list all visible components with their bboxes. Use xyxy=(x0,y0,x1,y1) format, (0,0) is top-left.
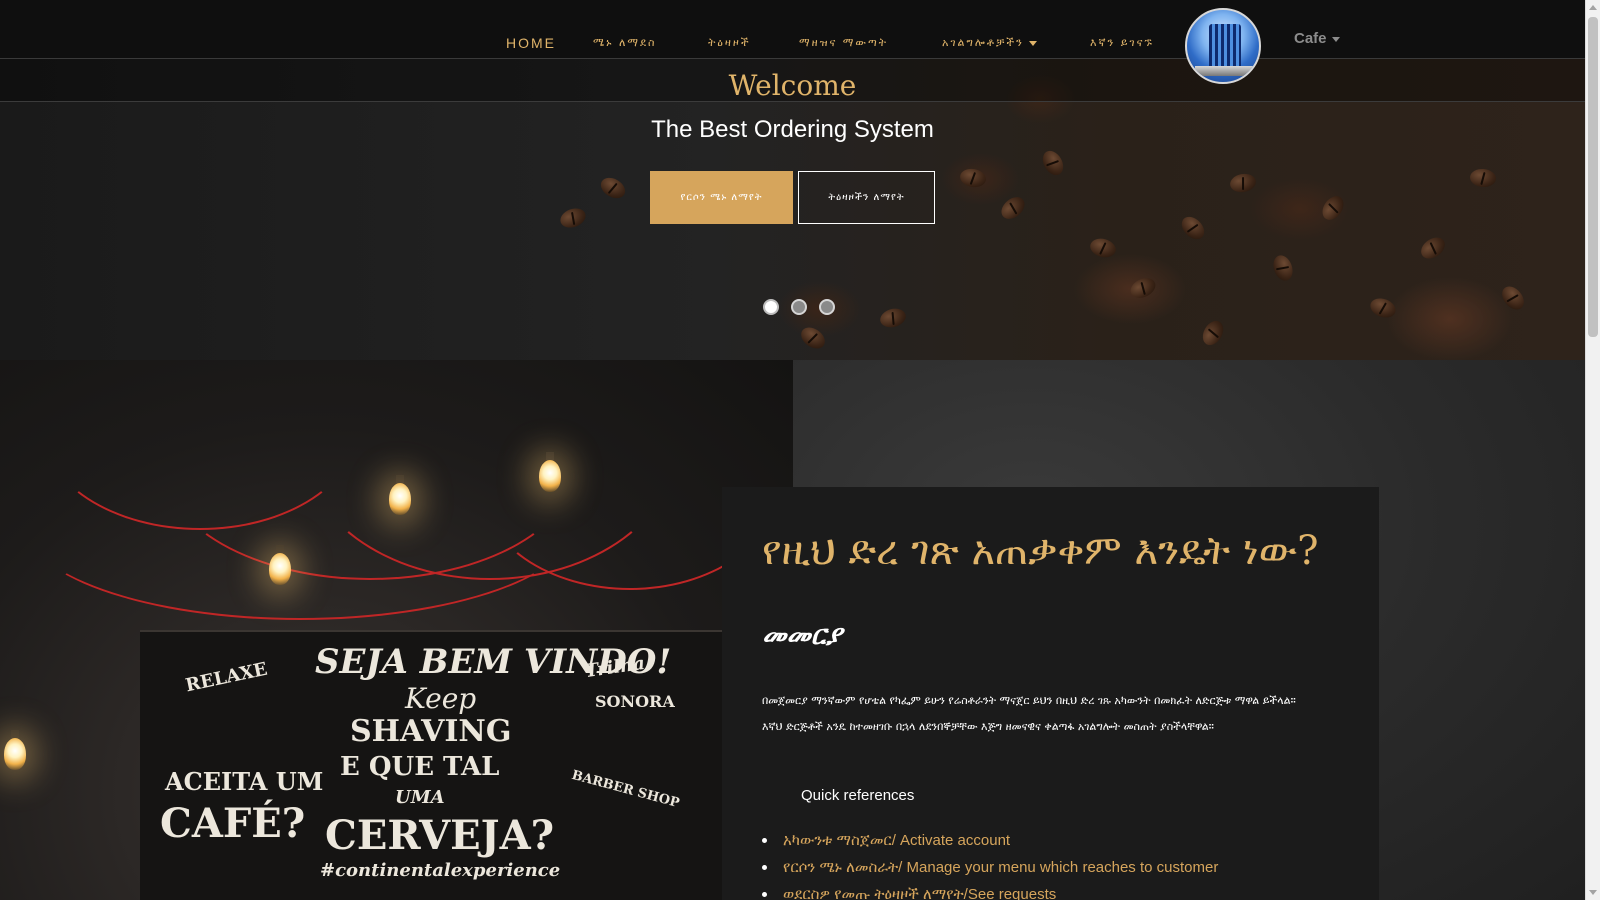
manage-menu-link[interactable]: የርሶን ሜኑ ለመስራት/ Manage your menu which re… xyxy=(783,859,1218,876)
chalk-text: CAFÉ? xyxy=(160,800,306,847)
vertical-scrollbar[interactable] xyxy=(1585,0,1600,900)
coffee-bean xyxy=(1417,233,1449,263)
card-body: በመጀመርያ ማንኛውም የሆቴል የካፌም ይሁን የሬስቶራንት ማናጀር … xyxy=(762,694,1296,733)
view-orders-button[interactable]: ትዕዛዞችን ለማየት xyxy=(798,171,935,224)
coffee-bean xyxy=(1228,171,1258,195)
chevron-down-icon xyxy=(1331,36,1340,42)
list-item: አካውንቱ ማስጀመር/ Activate account xyxy=(762,827,1362,854)
light-bulb-icon xyxy=(389,483,411,515)
nav-contact[interactable]: እኛን ይገናኙ xyxy=(1090,36,1154,50)
carousel-indicator-2[interactable] xyxy=(791,299,807,315)
hero-welcome: Welcome xyxy=(728,69,857,102)
chalk-text: #continentalexperience xyxy=(320,860,561,881)
coffee-bean xyxy=(958,166,988,190)
nav-order-checkout[interactable]: ማዘዝና ማውጣት xyxy=(799,36,888,50)
chalkboard: RELAXE SEJA BEM VINDO! Keep SHAVING E QU… xyxy=(140,630,780,900)
coffee-bean xyxy=(1469,167,1497,189)
quick-references-list: አካውንቱ ማስጀመር/ Activate account የርሶን ሜኑ ለመ… xyxy=(762,827,1362,900)
chalk-text: UMA xyxy=(395,787,445,808)
top-navbar: HOME ሜኑ ለማደስ ትዕዛዞች ማዘዝና ማውጣት አገልግሎቶቻችን እ… xyxy=(0,0,1585,84)
coffee-bean xyxy=(1318,192,1348,224)
card-subtitle: መመርያ xyxy=(762,620,843,651)
view-menu-button[interactable]: የርሶን ሜኑ ለማየት xyxy=(650,171,793,224)
chalk-text: BARBER SHOP xyxy=(569,767,681,812)
chalk-text: E QUE TAL xyxy=(340,752,500,782)
list-item: ወደርስዎ የመጡ ትዕዛዞች ለማየት/See requests xyxy=(762,881,1362,900)
scrollbar-thumb[interactable] xyxy=(1588,17,1598,337)
coffee-bean xyxy=(1270,252,1296,284)
see-requests-link[interactable]: ወደርስዎ የመጡ ትዕዛዞች ለማየት/See requests xyxy=(783,886,1056,900)
coffee-bean xyxy=(1198,317,1228,349)
nav-services-dropdown[interactable]: አገልግሎቶቻችን xyxy=(942,36,1037,50)
light-bulb-icon xyxy=(4,738,26,770)
activate-account-link[interactable]: አካውንቱ ማስጀመር/ Activate account xyxy=(783,832,1010,849)
logo-base xyxy=(1195,66,1255,76)
nav-menu-update[interactable]: ሜኑ ለማደስ xyxy=(593,36,656,50)
list-item: የርሶን ሜኑ ለመስራት/ Manage your menu which re… xyxy=(762,854,1362,881)
light-bulb-icon xyxy=(539,460,561,492)
hero-subtitle: The Best Ordering System xyxy=(651,116,934,143)
quick-references-heading: Quick references xyxy=(801,787,915,804)
chalk-text: SHAVING xyxy=(350,714,512,749)
coffee-bean xyxy=(597,173,629,203)
scroll-down-icon[interactable] xyxy=(1589,890,1597,895)
light-bulb-icon xyxy=(269,553,291,585)
chalk-text: RELAXE xyxy=(183,658,270,697)
cafe-dropdown[interactable]: Cafe xyxy=(1294,30,1340,47)
chalk-text: Keep xyxy=(405,682,477,715)
coffee-bean xyxy=(1038,147,1068,179)
nav-home[interactable]: HOME xyxy=(506,35,556,51)
cafe-photo: RELAXE SEJA BEM VINDO! Keep SHAVING E QU… xyxy=(0,360,793,900)
coffee-bean xyxy=(997,192,1029,224)
coffee-bean xyxy=(1497,282,1529,314)
nav-orders[interactable]: ትዕዛዞች xyxy=(708,36,751,50)
scroll-up-icon[interactable] xyxy=(1589,5,1597,10)
coffee-bean xyxy=(557,205,589,231)
nav-services-label: አገልግሎቶቻችን xyxy=(942,36,1024,49)
instructions-card: የዚህ ድረ ገጽ አጠቃቀም እንዴት ነው? መመርያ በመጀመርያ ማንኛ… xyxy=(722,487,1379,900)
chalk-text: SONORA xyxy=(595,692,675,711)
chalk-text: CERVEJA? xyxy=(325,812,555,859)
coffee-bean xyxy=(1177,212,1209,244)
coffee-bean xyxy=(1367,295,1399,321)
carousel-indicator-3[interactable] xyxy=(819,299,835,315)
hotel-logo[interactable] xyxy=(1185,8,1261,84)
coffee-bean xyxy=(1088,235,1118,261)
coffee-bean xyxy=(797,323,829,353)
coffee-bean xyxy=(1127,274,1159,302)
coffee-bean xyxy=(878,305,908,331)
hero-carousel: Welcome The Best Ordering System የርሶን ሜኑ… xyxy=(0,59,1585,360)
chalk-text: ACEITA UM xyxy=(165,767,324,796)
cafe-dropdown-label: Cafe xyxy=(1294,30,1327,47)
card-title: የዚህ ድረ ገጽ አጠቃቀም እንዴት ነው? xyxy=(762,528,1319,574)
carousel-indicator-1[interactable] xyxy=(763,299,779,315)
building-icon xyxy=(1209,24,1241,70)
chevron-down-icon xyxy=(1028,40,1037,46)
